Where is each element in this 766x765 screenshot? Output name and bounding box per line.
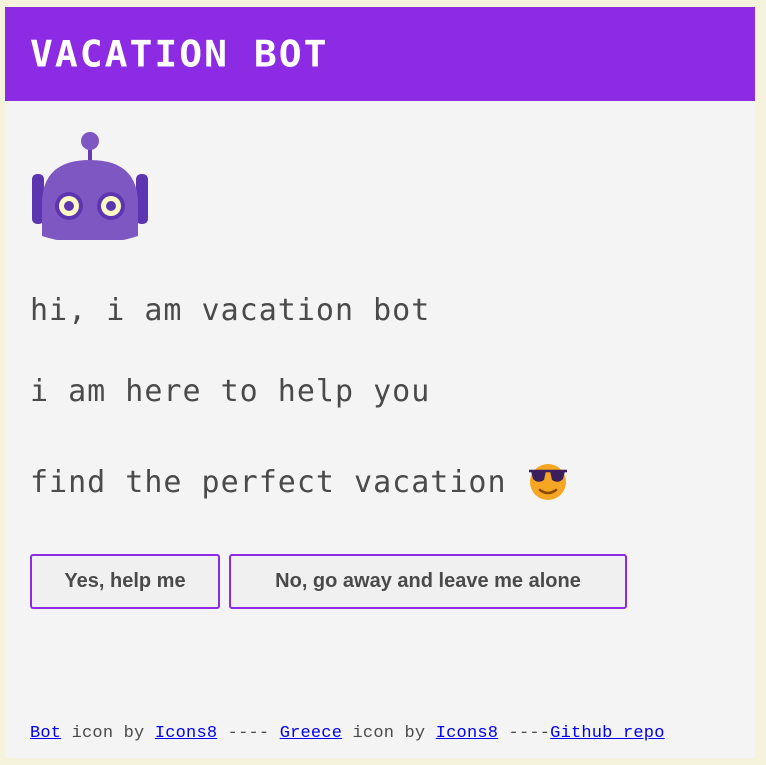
robot-head-icon — [32, 132, 148, 240]
sunglasses-face-icon — [528, 464, 567, 500]
footer-separator-1: ---- — [217, 724, 280, 743]
page-title: VACATION BOT — [30, 33, 329, 75]
icons8-link-1[interactable]: Icons8 — [155, 724, 217, 743]
footer-text-2: icon by — [342, 724, 436, 743]
bot-message-2: i am here to help you — [30, 374, 431, 409]
bot-icon-link[interactable]: Bot — [30, 724, 61, 743]
icons8-link-2[interactable]: Icons8 — [436, 724, 498, 743]
yes-help-me-button[interactable]: Yes, help me — [30, 554, 220, 609]
github-repo-link[interactable]: Github repo — [550, 724, 664, 743]
no-go-away-button[interactable]: No, go away and leave me alone — [229, 554, 627, 609]
greece-icon-link[interactable]: Greece — [280, 724, 342, 743]
bot-message-1: hi, i am vacation bot — [30, 293, 431, 328]
footer-text-1: icon by — [61, 724, 155, 743]
bot-message-3-text: find the perfect vacation — [30, 465, 507, 500]
chat-card: VACATION BOT hi, i am vacation bot i am … — [5, 7, 755, 758]
bot-message-3: find the perfect vacation — [30, 462, 569, 504]
header-bar: VACATION BOT — [5, 7, 755, 101]
attribution-footer: Bot icon by Icons8 ---- Greece icon by I… — [30, 724, 665, 743]
footer-separator-2: ---- — [498, 724, 551, 743]
